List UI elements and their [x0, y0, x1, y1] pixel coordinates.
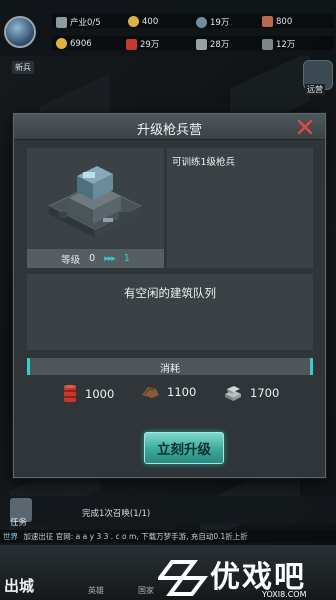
upgrade-description: 可训练1级枪兵 — [172, 157, 236, 168]
resource-globe[interactable]: 19万 — [196, 16, 229, 28]
tile-icon — [262, 16, 273, 27]
watermark-url: YOXI8.COM — [262, 590, 307, 599]
cost-header: 消耗 — [160, 364, 180, 375]
triple-arrow-icon: ▸▸▸ — [104, 253, 116, 264]
avatar-rank-label: 新兵 — [12, 61, 34, 74]
mission-progress-text[interactable]: 完成1次召唤(1/1) — [82, 507, 150, 519]
resource-value: 29万 — [140, 40, 160, 50]
oil-barrel-icon — [64, 384, 76, 402]
upgrade-now-button[interactable]: 立刻升级 — [144, 432, 224, 464]
cost-amount: 1700 — [250, 386, 280, 400]
camp-icon-label: 远营 — [305, 84, 325, 95]
world-chat-ticker[interactable]: 世界 加速出征 官网: a a y 3 3 . c o m, 下载万梦手游, 充… — [0, 530, 336, 543]
upgrade-dialog: 升级枪兵营 等级 0 ▸▸▸ 1 可训练1级枪兵 有空闲的建筑队列 消耗 100… — [13, 113, 326, 478]
cost-amount: 1100 — [167, 385, 197, 399]
resource-value: 400 — [142, 16, 159, 27]
resource-value: 800 — [276, 16, 293, 27]
stone-icon — [196, 38, 207, 50]
cost-amount: 1000 — [85, 387, 115, 401]
cost-item-stone: 1700 — [223, 384, 279, 402]
industry-icon — [56, 16, 67, 28]
nav-country[interactable]: 国家 — [138, 585, 154, 596]
close-icon — [297, 119, 313, 135]
resource-steel[interactable]: 12万 — [262, 38, 295, 50]
dialog-header: 升级枪兵营 — [14, 114, 325, 140]
build-queue-panel: 有空闲的建筑队列 — [27, 274, 313, 350]
resource-industry[interactable]: 产业0/5 — [56, 16, 101, 28]
current-level: 0 — [89, 253, 96, 264]
player-avatar[interactable] — [4, 16, 36, 48]
stone-slab-icon — [225, 386, 241, 401]
dialog-title: 升级枪兵营 — [136, 123, 202, 138]
steel-icon — [262, 38, 273, 50]
cost-item-wood: 1100 — [140, 384, 196, 400]
coin-icon — [128, 16, 139, 27]
resource-value: 12万 — [276, 40, 296, 50]
level-label: 等级 — [61, 254, 81, 266]
cost-item-oil: 1000 — [62, 384, 114, 404]
resource-tile[interactable]: 800 — [262, 16, 292, 27]
resource-value: 产业0/5 — [70, 18, 101, 28]
cost-header-bar: 消耗 — [27, 358, 313, 375]
chat-message: 加速出征 官网: a a y 3 3 . c o m, 下载万梦手游, 充自动0… — [23, 532, 248, 541]
next-level: 1 — [123, 253, 130, 264]
globe-icon — [196, 16, 207, 28]
resource-value: 19万 — [210, 18, 230, 28]
resource-gold[interactable]: 6906 — [56, 38, 92, 49]
upgrade-description-panel: 可训练1级枪兵 — [167, 148, 313, 268]
resource-value: 6906 — [70, 38, 92, 49]
close-button[interactable] — [295, 117, 315, 137]
wood-icon — [142, 387, 159, 398]
chat-channel-tag: 世界 — [3, 532, 18, 541]
resource-value: 28万 — [210, 40, 230, 50]
gold-icon — [56, 38, 67, 49]
barracks-building-icon — [47, 166, 143, 238]
oil-icon — [126, 38, 137, 50]
mission-label: 任务 — [10, 518, 28, 528]
mission-row[interactable] — [0, 496, 336, 524]
queue-status-text: 有空闲的建筑队列 — [124, 286, 216, 300]
resource-oil[interactable]: 29万 — [126, 38, 159, 50]
resource-coin[interactable]: 400 — [128, 16, 158, 27]
nav-hero[interactable]: 英雄 — [88, 585, 104, 596]
level-indicator: 等级 0 ▸▸▸ 1 — [27, 249, 164, 268]
exit-city-button[interactable]: 出城 — [4, 575, 34, 596]
resource-stone[interactable]: 28万 — [196, 38, 229, 50]
